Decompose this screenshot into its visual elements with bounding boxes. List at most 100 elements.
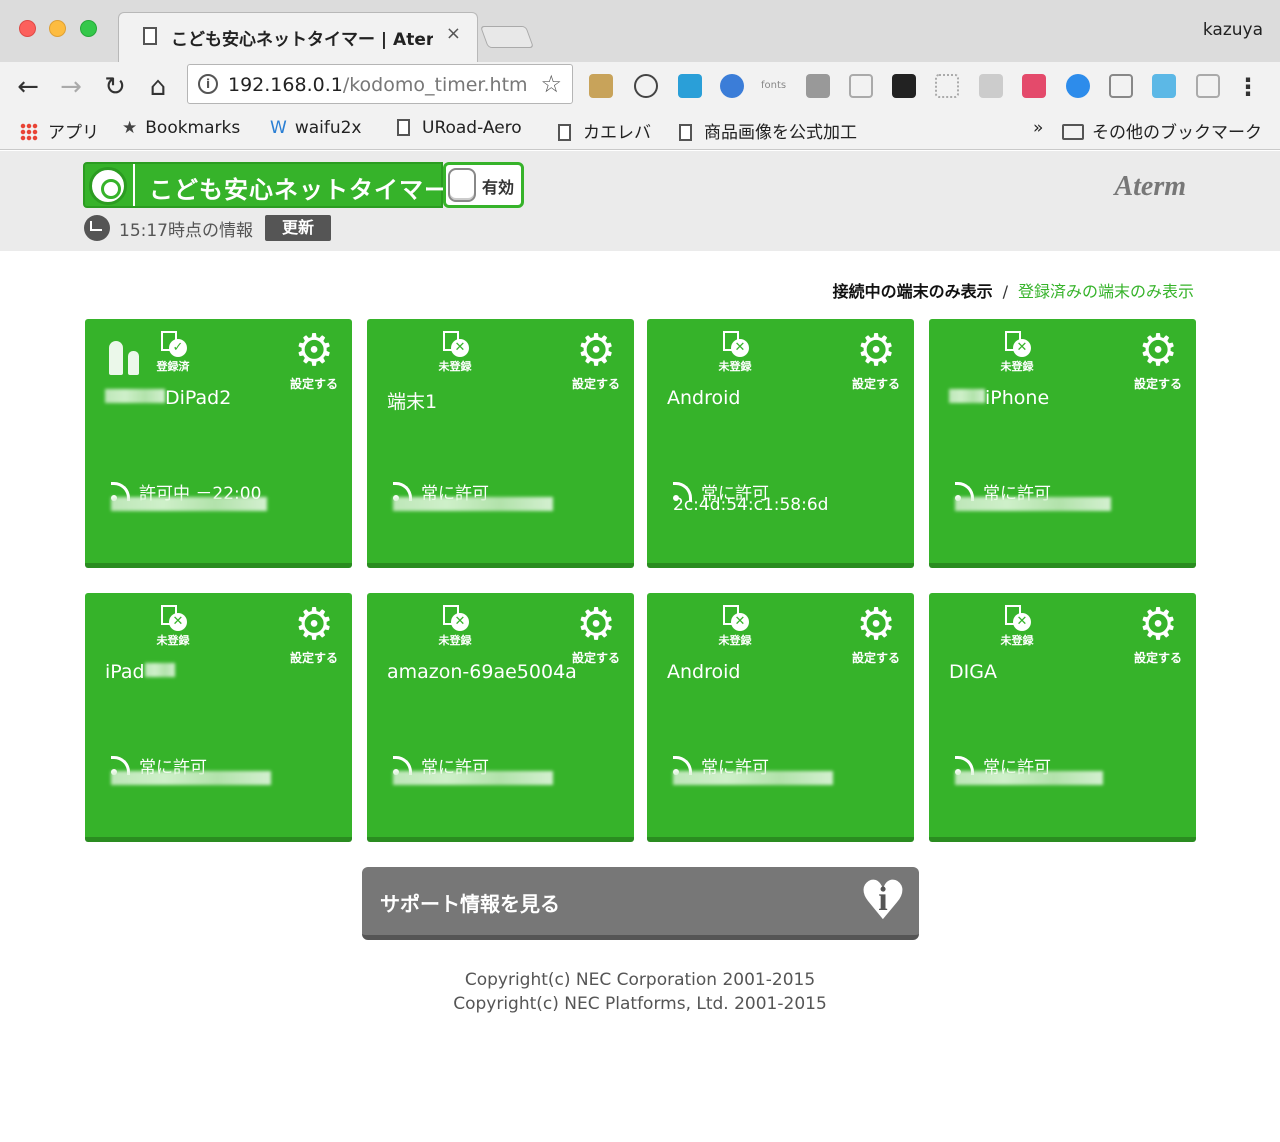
refresh-button[interactable]: 更新	[265, 215, 331, 241]
close-window-button[interactable]	[19, 20, 36, 37]
registration-status: ✕ 未登録	[148, 605, 198, 648]
device-name: 端末1	[387, 391, 438, 413]
bookmark-bookmarks[interactable]: ★ Bookmarks	[122, 118, 240, 138]
unregistered-icon: ✕	[1005, 605, 1031, 631]
device-card[interactable]: ✓ 登録済 ⚙ 設定する DiPad2 許可中 －22:00	[85, 319, 352, 568]
settings-button[interactable]: ⚙ 設定する	[290, 329, 338, 392]
divider	[133, 164, 135, 206]
last-updated-text: 15:17時点の情報	[119, 221, 253, 241]
extension-grid-icon[interactable]	[935, 74, 959, 98]
device-name: Android	[667, 387, 741, 409]
extension-1password-icon[interactable]	[634, 74, 658, 98]
device-card[interactable]: ✕ 未登録 ⚙ 設定する Android 常に許可	[647, 593, 914, 842]
unregistered-icon: ✕	[723, 331, 749, 357]
extension-pocket-icon[interactable]	[806, 74, 830, 98]
device-name: Android	[667, 661, 741, 683]
other-bookmarks-folder[interactable]: その他のブックマーク	[1062, 118, 1262, 143]
bookmark-kaereba[interactable]: カエレバ	[558, 118, 651, 143]
redacted-text	[144, 663, 175, 677]
browser-tab[interactable]: こども安心ネットタイマー | Aterm ×	[118, 12, 478, 62]
registration-status: ✕ 未登録	[992, 331, 1042, 374]
redacted-text	[949, 389, 985, 403]
extension-camera-icon[interactable]	[1109, 74, 1133, 98]
mac-address: 2c:4d:54:c1:58:6d	[673, 495, 829, 515]
device-card[interactable]: ✕ 未登録 ⚙ 設定する amazon-69ae5004a 常に許可	[367, 593, 634, 842]
tab-close-icon[interactable]: ×	[446, 23, 461, 44]
extension-globe-icon[interactable]	[720, 74, 744, 98]
bookmark-product-images[interactable]: 商品画像を公式加工	[679, 118, 857, 143]
heart-info-icon: ♥ i	[858, 869, 908, 932]
settings-button[interactable]: ⚙ 設定する	[852, 329, 900, 392]
device-card[interactable]: ✕ 未登録 ⚙ 設定する iPad 常に許可	[85, 593, 352, 842]
home-icon[interactable]: ⌂	[143, 72, 173, 102]
device-card[interactable]: ✕ 未登録 ⚙ 設定する Android 常に許可 2c:4d:54:c1:58…	[647, 319, 914, 568]
extension-b-icon[interactable]	[892, 74, 916, 98]
page-icon	[143, 27, 157, 45]
new-tab-button[interactable]	[479, 26, 535, 48]
settings-label: 設定する	[290, 651, 339, 665]
browser-menu-icon[interactable]: ⋮	[1236, 72, 1260, 102]
address-bar[interactable]: i 192.168.0.1/kodomo_timer.htm ☆	[187, 64, 573, 104]
unregistered-icon: ✕	[161, 605, 187, 631]
registration-status: ✕ 未登録	[710, 331, 760, 374]
enable-toggle[interactable]: 有効	[443, 162, 524, 208]
bookmarks-bar: アプリ ★ Bookmarks Wwaifu2x URoad-Aero カエレバ …	[0, 112, 1280, 150]
settings-label: 設定する	[1134, 651, 1183, 665]
browser-toolbar: ← → ↻ ⌂ i 192.168.0.1/kodomo_timer.htm ☆…	[0, 62, 1280, 112]
reload-icon[interactable]: ↻	[100, 72, 130, 102]
extension-box-icon[interactable]	[589, 74, 613, 98]
extension-bl-icon[interactable]	[678, 74, 702, 98]
registration-status: ✕ 未登録	[430, 331, 480, 374]
settings-button[interactable]: ⚙ 設定する	[1134, 329, 1182, 392]
bookmark-star-icon[interactable]: ☆	[540, 70, 562, 98]
apps-icon	[20, 123, 38, 141]
filter-registered-only[interactable]: 登録済みの端末のみ表示	[1018, 282, 1194, 301]
settings-button[interactable]: ⚙ 設定する	[1134, 603, 1182, 666]
bookmark-uroad-aero[interactable]: URoad-Aero	[397, 118, 522, 138]
gear-icon: ⚙	[1138, 325, 1178, 376]
minimize-window-button[interactable]	[49, 20, 66, 37]
extension-a-icon[interactable]	[1022, 74, 1046, 98]
extension-bird-icon[interactable]	[1152, 74, 1176, 98]
extension-fonts-icon[interactable]: fonts	[761, 74, 791, 98]
tab-title: こども安心ネットタイマー | Aterm	[171, 30, 433, 50]
w-icon: W	[270, 118, 287, 138]
settings-button[interactable]: ⚙ 設定する	[572, 603, 620, 666]
app-title-bar: こども安心ネットタイマー	[83, 162, 448, 208]
gear-icon: ⚙	[294, 599, 334, 650]
bookmark-waifu2x[interactable]: Wwaifu2x	[270, 118, 362, 138]
back-icon[interactable]: ←	[13, 72, 43, 102]
device-name: DiPad2	[105, 387, 231, 409]
redacted-mac	[393, 497, 553, 511]
redacted-mac	[673, 771, 833, 785]
device-card[interactable]: ✕ 未登録 ⚙ 設定する DIGA 常に許可	[929, 593, 1196, 842]
copyright-line: Copyright(c) NEC Corporation 2001-2015	[464, 970, 816, 990]
extension-download-icon[interactable]	[849, 74, 873, 98]
maximize-window-button[interactable]	[80, 20, 97, 37]
site-info-icon[interactable]: i	[198, 74, 218, 94]
redacted-mac	[955, 497, 1111, 511]
extension-zoom-icon[interactable]	[1066, 74, 1090, 98]
extension-chat-icon[interactable]	[979, 74, 1003, 98]
support-info-button[interactable]: サポート情報を見る ♥ i	[362, 867, 919, 940]
forward-icon[interactable]: →	[56, 72, 86, 102]
extension-save-icon[interactable]	[1196, 74, 1220, 98]
settings-button[interactable]: ⚙ 設定する	[852, 603, 900, 666]
toggle-knob[interactable]	[448, 168, 476, 202]
settings-button[interactable]: ⚙ 設定する	[290, 603, 338, 666]
filter-connected-only[interactable]: 接続中の端末のみ表示	[833, 282, 993, 301]
status-label: 未登録	[438, 634, 472, 647]
status-label: 未登録	[718, 634, 752, 647]
device-card[interactable]: ✕ 未登録 ⚙ 設定する iPhone 常に許可	[929, 319, 1196, 568]
profile-name[interactable]: kazuya	[1203, 20, 1263, 40]
status-label: 未登録	[438, 360, 472, 373]
settings-button[interactable]: ⚙ 設定する	[572, 329, 620, 392]
device-name: DIGA	[949, 661, 997, 683]
device-card[interactable]: ✕ 未登録 ⚙ 設定する 端末1 常に許可	[367, 319, 634, 568]
folder-icon	[1062, 124, 1084, 140]
bookmarks-overflow-button[interactable]: »	[1033, 118, 1043, 138]
unregistered-icon: ✕	[723, 605, 749, 631]
redacted-text	[105, 389, 165, 403]
device-grid: ✓ 登録済 ⚙ 設定する DiPad2 許可中 －22:00 ✕ 未登録 ⚙ 設…	[85, 319, 1196, 843]
bookmark-apps[interactable]: アプリ	[20, 118, 99, 143]
